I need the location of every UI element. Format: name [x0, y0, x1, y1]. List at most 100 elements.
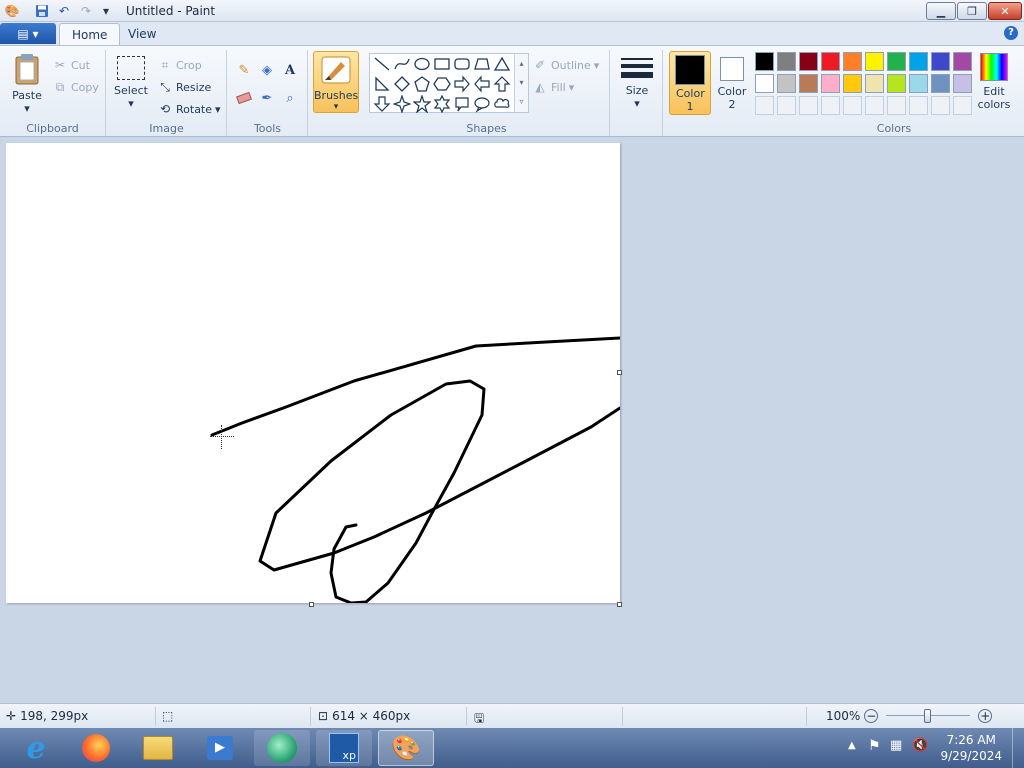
- brushes-button[interactable]: Brushes ▾: [313, 51, 359, 113]
- taskbar-firefox[interactable]: [68, 730, 124, 766]
- tab-view[interactable]: View: [116, 23, 168, 46]
- resize-handle-corner[interactable]: [617, 602, 622, 607]
- palette-swatch[interactable]: [777, 52, 796, 71]
- cut-button[interactable]: ✂ Cut: [52, 56, 90, 74]
- right-arrow-shape-icon[interactable]: [453, 75, 471, 93]
- taskbar-xp-mode[interactable]: xp: [316, 730, 372, 766]
- taskbar-file-explorer[interactable]: [130, 730, 186, 766]
- eraser-tool[interactable]: [233, 87, 255, 109]
- help-icon[interactable]: ?: [1004, 26, 1018, 40]
- show-desktop-button[interactable]: [1012, 728, 1024, 768]
- palette-swatch[interactable]: [931, 74, 950, 93]
- fill-button[interactable]: ◭ Fill ▾: [532, 78, 574, 96]
- up-arrow-shape-icon[interactable]: [493, 75, 511, 93]
- show-hidden-icons-icon[interactable]: ▲: [848, 740, 856, 751]
- four-point-star-shape-icon[interactable]: [392, 94, 412, 114]
- palette-swatch[interactable]: [865, 52, 884, 71]
- save-icon[interactable]: [34, 3, 50, 19]
- scroll-up-icon[interactable]: ▴: [515, 54, 528, 73]
- palette-swatch[interactable]: [953, 74, 972, 93]
- curve-shape-icon[interactable]: [393, 55, 411, 73]
- zoom-slider-thumb[interactable]: [924, 709, 932, 723]
- custom-color-slot[interactable]: [931, 96, 950, 115]
- pentagon-shape-icon[interactable]: [413, 75, 431, 93]
- hexagon-shape-icon[interactable]: [433, 75, 451, 93]
- restore-button[interactable]: ❐: [957, 2, 987, 20]
- palette-swatch[interactable]: [799, 74, 818, 93]
- taskbar-internet-explorer[interactable]: e: [8, 730, 64, 766]
- rectangle-shape-icon[interactable]: [433, 55, 451, 73]
- shapes-scrollbar[interactable]: ▴ ▾ ▿: [514, 54, 528, 112]
- tab-home[interactable]: Home: [59, 23, 121, 46]
- left-arrow-shape-icon[interactable]: [473, 75, 491, 93]
- custom-color-slot[interactable]: [755, 96, 774, 115]
- right-triangle-shape-icon[interactable]: [373, 75, 391, 93]
- rounded-callout-shape-icon[interactable]: [453, 95, 471, 113]
- palette-swatch[interactable]: [865, 74, 884, 93]
- palette-swatch[interactable]: [887, 52, 906, 71]
- redo-icon[interactable]: ↷: [78, 3, 94, 19]
- palette-swatch[interactable]: [777, 74, 796, 93]
- color1-button[interactable]: Color 1: [669, 51, 711, 115]
- rounded-rectangle-shape-icon[interactable]: [453, 55, 471, 73]
- cloud-callout-shape-icon[interactable]: [493, 95, 511, 113]
- custom-color-slot[interactable]: [953, 96, 972, 115]
- custom-color-slot[interactable]: [843, 96, 862, 115]
- custom-color-slot[interactable]: [777, 96, 796, 115]
- six-point-star-shape-icon[interactable]: [433, 94, 451, 114]
- custom-color-slot[interactable]: [909, 96, 928, 115]
- palette-swatch[interactable]: [953, 52, 972, 71]
- line-shape-icon[interactable]: [373, 55, 391, 73]
- select-button[interactable]: Select ▾: [113, 54, 149, 118]
- palette-swatch[interactable]: [843, 52, 862, 71]
- polygon-shape-icon[interactable]: [473, 55, 491, 73]
- rotate-button[interactable]: ⟲ Rotate ▾: [157, 100, 221, 118]
- palette-swatch[interactable]: [887, 74, 906, 93]
- palette-swatch[interactable]: [799, 52, 818, 71]
- edit-colors-button[interactable]: Edit colors: [975, 51, 1013, 117]
- taskbar-app-green[interactable]: [254, 730, 310, 766]
- custom-color-slot[interactable]: [821, 96, 840, 115]
- magnifier-tool[interactable]: ⌕: [279, 87, 301, 109]
- undo-icon[interactable]: ↶: [56, 3, 72, 19]
- fill-tool[interactable]: ◈: [256, 59, 278, 81]
- taskbar-media-player[interactable]: ▶: [192, 730, 248, 766]
- taskbar-paint[interactable]: 🎨: [378, 730, 434, 766]
- color2-button[interactable]: Color 2: [711, 51, 753, 115]
- color-picker-tool[interactable]: ✒: [256, 87, 278, 109]
- triangle-shape-icon[interactable]: [493, 55, 511, 73]
- size-button[interactable]: Size ▾: [617, 54, 657, 120]
- volume-muted-icon[interactable]: 🔇: [912, 738, 928, 753]
- paint-app-icon[interactable]: 🎨: [4, 3, 20, 19]
- outline-button[interactable]: ✐ Outline ▾: [532, 56, 599, 74]
- action-center-flag-icon[interactable]: ⚑: [868, 738, 881, 754]
- resize-handle-bottom[interactable]: [309, 602, 314, 607]
- palette-swatch[interactable]: [821, 52, 840, 71]
- scroll-down-icon[interactable]: ▾: [515, 73, 528, 92]
- zoom-slider[interactable]: [886, 709, 971, 723]
- five-point-star-shape-icon[interactable]: [412, 94, 432, 114]
- custom-color-slot[interactable]: [887, 96, 906, 115]
- palette-swatch[interactable]: [931, 52, 950, 71]
- oval-callout-shape-icon[interactable]: [473, 95, 491, 113]
- file-menu-button[interactable]: ▤ ▾: [0, 23, 56, 44]
- palette-swatch[interactable]: [821, 74, 840, 93]
- palette-swatch[interactable]: [909, 74, 928, 93]
- text-tool[interactable]: A: [279, 59, 301, 81]
- zoom-in-icon[interactable]: +: [978, 709, 993, 723]
- palette-swatch[interactable]: [909, 52, 928, 71]
- oval-shape-icon[interactable]: [413, 55, 431, 73]
- clock[interactable]: 7:26 AM 9/29/2024: [940, 732, 1002, 764]
- custom-color-slot[interactable]: [799, 96, 818, 115]
- diamond-shape-icon[interactable]: [393, 75, 411, 93]
- expand-gallery-icon[interactable]: ▿: [515, 92, 528, 111]
- palette-swatch[interactable]: [843, 74, 862, 93]
- resize-button[interactable]: ⤡ Resize: [157, 78, 211, 96]
- zoom-out-icon[interactable]: −: [864, 709, 879, 723]
- resize-handle-right[interactable]: [617, 370, 622, 375]
- minimize-button[interactable]: ▁: [926, 2, 956, 20]
- palette-swatch[interactable]: [755, 52, 774, 71]
- palette-swatch[interactable]: [755, 74, 774, 93]
- crop-button[interactable]: ⌗ Crop: [157, 56, 202, 74]
- drawing-canvas[interactable]: [6, 143, 620, 603]
